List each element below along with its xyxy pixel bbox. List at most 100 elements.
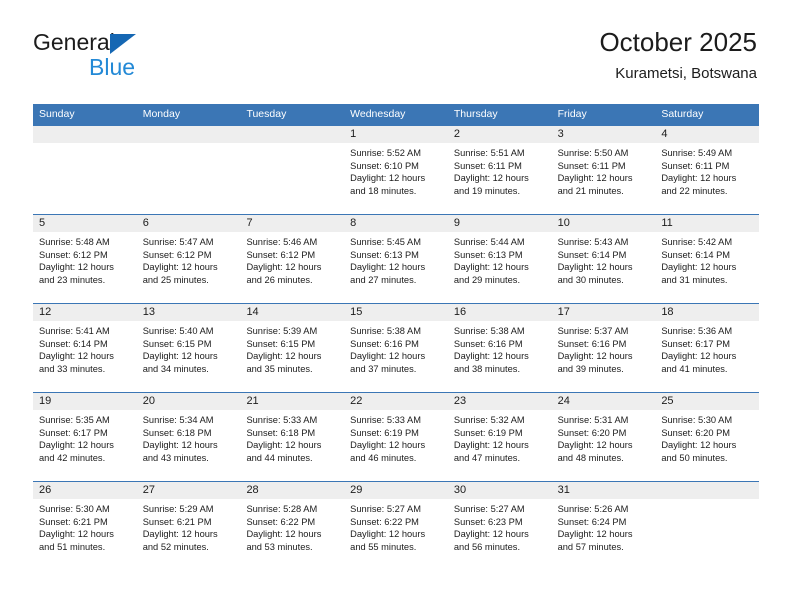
sunset-text: Sunset: 6:14 PM (661, 249, 731, 260)
day-info: Sunrise: 5:30 AM Sunset: 6:21 PM Dayligh… (33, 499, 137, 553)
day-cell[interactable]: 8 Sunrise: 5:45 AM Sunset: 6:13 PM Dayli… (344, 215, 448, 303)
daylight-text: Daylight: 12 hours and 30 minutes. (557, 262, 633, 285)
day-info: Sunrise: 5:38 AM Sunset: 6:16 PM Dayligh… (448, 321, 552, 375)
day-number: 18 (655, 304, 760, 321)
sunrise-text: Sunrise: 5:47 AM (142, 237, 214, 247)
calendar-grid: Sunday Monday Tuesday Wednesday Thursday… (33, 104, 760, 570)
day-info: Sunrise: 5:40 AM Sunset: 6:15 PM Dayligh… (137, 321, 241, 375)
sunset-text: Sunset: 6:17 PM (39, 427, 108, 438)
daylight-text: Daylight: 12 hours and 21 minutes. (557, 173, 633, 196)
day-number: 14 (240, 304, 345, 321)
daylight-text: Daylight: 12 hours and 26 minutes. (246, 262, 322, 285)
sunset-text: Sunset: 6:16 PM (453, 338, 523, 349)
daylight-text: Daylight: 12 hours and 23 minutes. (39, 262, 114, 285)
day-number: 11 (655, 215, 760, 232)
day-info: Sunrise: 5:47 AM Sunset: 6:12 PM Dayligh… (137, 232, 241, 286)
day-info (655, 499, 759, 503)
sunrise-text: Sunrise: 5:46 AM (246, 237, 318, 247)
day-info: Sunrise: 5:45 AM Sunset: 6:13 PM Dayligh… (344, 232, 448, 286)
day-cell[interactable]: 5 Sunrise: 5:48 AM Sunset: 6:12 PM Dayli… (33, 215, 137, 303)
daylight-text: Daylight: 12 hours and 38 minutes. (453, 351, 529, 374)
day-cell[interactable]: 14 Sunrise: 5:39 AM Sunset: 6:15 PM Dayl… (240, 304, 345, 392)
daylight-text: Daylight: 12 hours and 46 minutes. (350, 440, 426, 463)
day-cell[interactable]: 25 Sunrise: 5:30 AM Sunset: 6:20 PM Dayl… (655, 393, 760, 481)
sunrise-text: Sunrise: 5:27 AM (453, 504, 525, 514)
daylight-text: Daylight: 12 hours and 18 minutes. (350, 173, 426, 196)
day-cell[interactable]: 3 Sunrise: 5:50 AM Sunset: 6:11 PM Dayli… (551, 126, 656, 214)
day-number: 6 (136, 215, 241, 232)
sunset-text: Sunset: 6:12 PM (246, 249, 316, 260)
day-info: Sunrise: 5:44 AM Sunset: 6:13 PM Dayligh… (448, 232, 552, 286)
day-number (655, 482, 760, 499)
day-cell[interactable] (240, 126, 345, 214)
day-cell[interactable]: 28 Sunrise: 5:28 AM Sunset: 6:22 PM Dayl… (240, 482, 345, 570)
daylight-text: Daylight: 12 hours and 27 minutes. (350, 262, 426, 285)
day-cell[interactable]: 26 Sunrise: 5:30 AM Sunset: 6:21 PM Dayl… (33, 482, 137, 570)
sunset-text: Sunset: 6:14 PM (39, 338, 108, 349)
day-cell[interactable]: 1 Sunrise: 5:52 AM Sunset: 6:10 PM Dayli… (344, 126, 448, 214)
day-cell[interactable] (33, 126, 137, 214)
day-number: 1 (344, 126, 448, 143)
day-cell[interactable]: 16 Sunrise: 5:38 AM Sunset: 6:16 PM Dayl… (447, 304, 552, 392)
daylight-text: Daylight: 12 hours and 39 minutes. (557, 351, 633, 374)
sunset-text: Sunset: 6:16 PM (350, 338, 419, 349)
day-number: 12 (33, 304, 137, 321)
sunset-text: Sunset: 6:13 PM (453, 249, 523, 260)
sunrise-text: Sunrise: 5:39 AM (246, 326, 318, 336)
day-cell[interactable] (136, 126, 241, 214)
day-info: Sunrise: 5:39 AM Sunset: 6:15 PM Dayligh… (240, 321, 344, 375)
day-cell[interactable]: 6 Sunrise: 5:47 AM Sunset: 6:12 PM Dayli… (136, 215, 241, 303)
daylight-text: Daylight: 12 hours and 25 minutes. (142, 262, 218, 285)
weekday-header-tuesday: Tuesday (246, 108, 287, 120)
day-cell[interactable]: 4 Sunrise: 5:49 AM Sunset: 6:11 PM Dayli… (655, 126, 760, 214)
sunrise-text: Sunrise: 5:33 AM (350, 415, 421, 425)
day-number: 22 (344, 393, 448, 410)
day-info: Sunrise: 5:28 AM Sunset: 6:22 PM Dayligh… (240, 499, 344, 553)
day-cell[interactable]: 13 Sunrise: 5:40 AM Sunset: 6:15 PM Dayl… (136, 304, 241, 392)
logo-text-blue: Blue (89, 54, 136, 80)
daylight-text: Daylight: 12 hours and 44 minutes. (246, 440, 322, 463)
day-number: 19 (33, 393, 137, 410)
day-number: 4 (655, 126, 760, 143)
day-number: 17 (551, 304, 656, 321)
day-cell[interactable]: 23 Sunrise: 5:32 AM Sunset: 6:19 PM Dayl… (447, 393, 552, 481)
day-cell[interactable]: 24 Sunrise: 5:31 AM Sunset: 6:20 PM Dayl… (551, 393, 656, 481)
logo-triangle-icon (110, 34, 136, 54)
sunset-text: Sunset: 6:12 PM (142, 249, 212, 260)
sunset-text: Sunset: 6:19 PM (453, 427, 523, 438)
sunrise-text: Sunrise: 5:35 AM (39, 415, 110, 425)
day-info: Sunrise: 5:30 AM Sunset: 6:20 PM Dayligh… (655, 410, 759, 464)
daylight-text: Daylight: 12 hours and 47 minutes. (453, 440, 529, 463)
general-blue-logo[interactable]: General Blue (33, 31, 233, 87)
day-cell[interactable]: 30 Sunrise: 5:27 AM Sunset: 6:23 PM Dayl… (447, 482, 552, 570)
day-cell[interactable]: 7 Sunrise: 5:46 AM Sunset: 6:12 PM Dayli… (240, 215, 345, 303)
day-cell[interactable]: 10 Sunrise: 5:43 AM Sunset: 6:14 PM Dayl… (551, 215, 656, 303)
day-cell[interactable]: 29 Sunrise: 5:27 AM Sunset: 6:22 PM Dayl… (344, 482, 448, 570)
sunrise-text: Sunrise: 5:38 AM (453, 326, 525, 336)
weekday-header-row: Sunday Monday Tuesday Wednesday Thursday… (33, 104, 759, 125)
day-cell[interactable]: 19 Sunrise: 5:35 AM Sunset: 6:17 PM Dayl… (33, 393, 137, 481)
sunset-text: Sunset: 6:17 PM (661, 338, 731, 349)
day-cell[interactable]: 17 Sunrise: 5:37 AM Sunset: 6:16 PM Dayl… (551, 304, 656, 392)
week-row: 5 Sunrise: 5:48 AM Sunset: 6:12 PM Dayli… (33, 214, 760, 303)
sunrise-text: Sunrise: 5:28 AM (246, 504, 318, 514)
daylight-text: Daylight: 12 hours and 53 minutes. (246, 529, 322, 552)
day-number: 3 (551, 126, 656, 143)
day-cell[interactable]: 27 Sunrise: 5:29 AM Sunset: 6:21 PM Dayl… (136, 482, 241, 570)
sunset-text: Sunset: 6:18 PM (142, 427, 212, 438)
day-cell[interactable]: 20 Sunrise: 5:34 AM Sunset: 6:18 PM Dayl… (136, 393, 241, 481)
day-cell[interactable]: 9 Sunrise: 5:44 AM Sunset: 6:13 PM Dayli… (447, 215, 552, 303)
week-row: 19 Sunrise: 5:35 AM Sunset: 6:17 PM Dayl… (33, 392, 760, 481)
day-cell[interactable]: 15 Sunrise: 5:38 AM Sunset: 6:16 PM Dayl… (344, 304, 448, 392)
daylight-text: Daylight: 12 hours and 56 minutes. (453, 529, 529, 552)
day-cell[interactable]: 12 Sunrise: 5:41 AM Sunset: 6:14 PM Dayl… (33, 304, 137, 392)
day-number: 8 (344, 215, 448, 232)
day-cell[interactable]: 2 Sunrise: 5:51 AM Sunset: 6:11 PM Dayli… (447, 126, 552, 214)
day-cell[interactable]: 31 Sunrise: 5:26 AM Sunset: 6:24 PM Dayl… (551, 482, 656, 570)
day-cell[interactable]: 21 Sunrise: 5:33 AM Sunset: 6:18 PM Dayl… (240, 393, 345, 481)
day-cell[interactable] (655, 482, 760, 570)
day-cell[interactable]: 18 Sunrise: 5:36 AM Sunset: 6:17 PM Dayl… (655, 304, 760, 392)
day-cell[interactable]: 22 Sunrise: 5:33 AM Sunset: 6:19 PM Dayl… (344, 393, 448, 481)
day-cell[interactable]: 11 Sunrise: 5:42 AM Sunset: 6:14 PM Dayl… (655, 215, 760, 303)
daylight-text: Daylight: 12 hours and 51 minutes. (39, 529, 114, 552)
